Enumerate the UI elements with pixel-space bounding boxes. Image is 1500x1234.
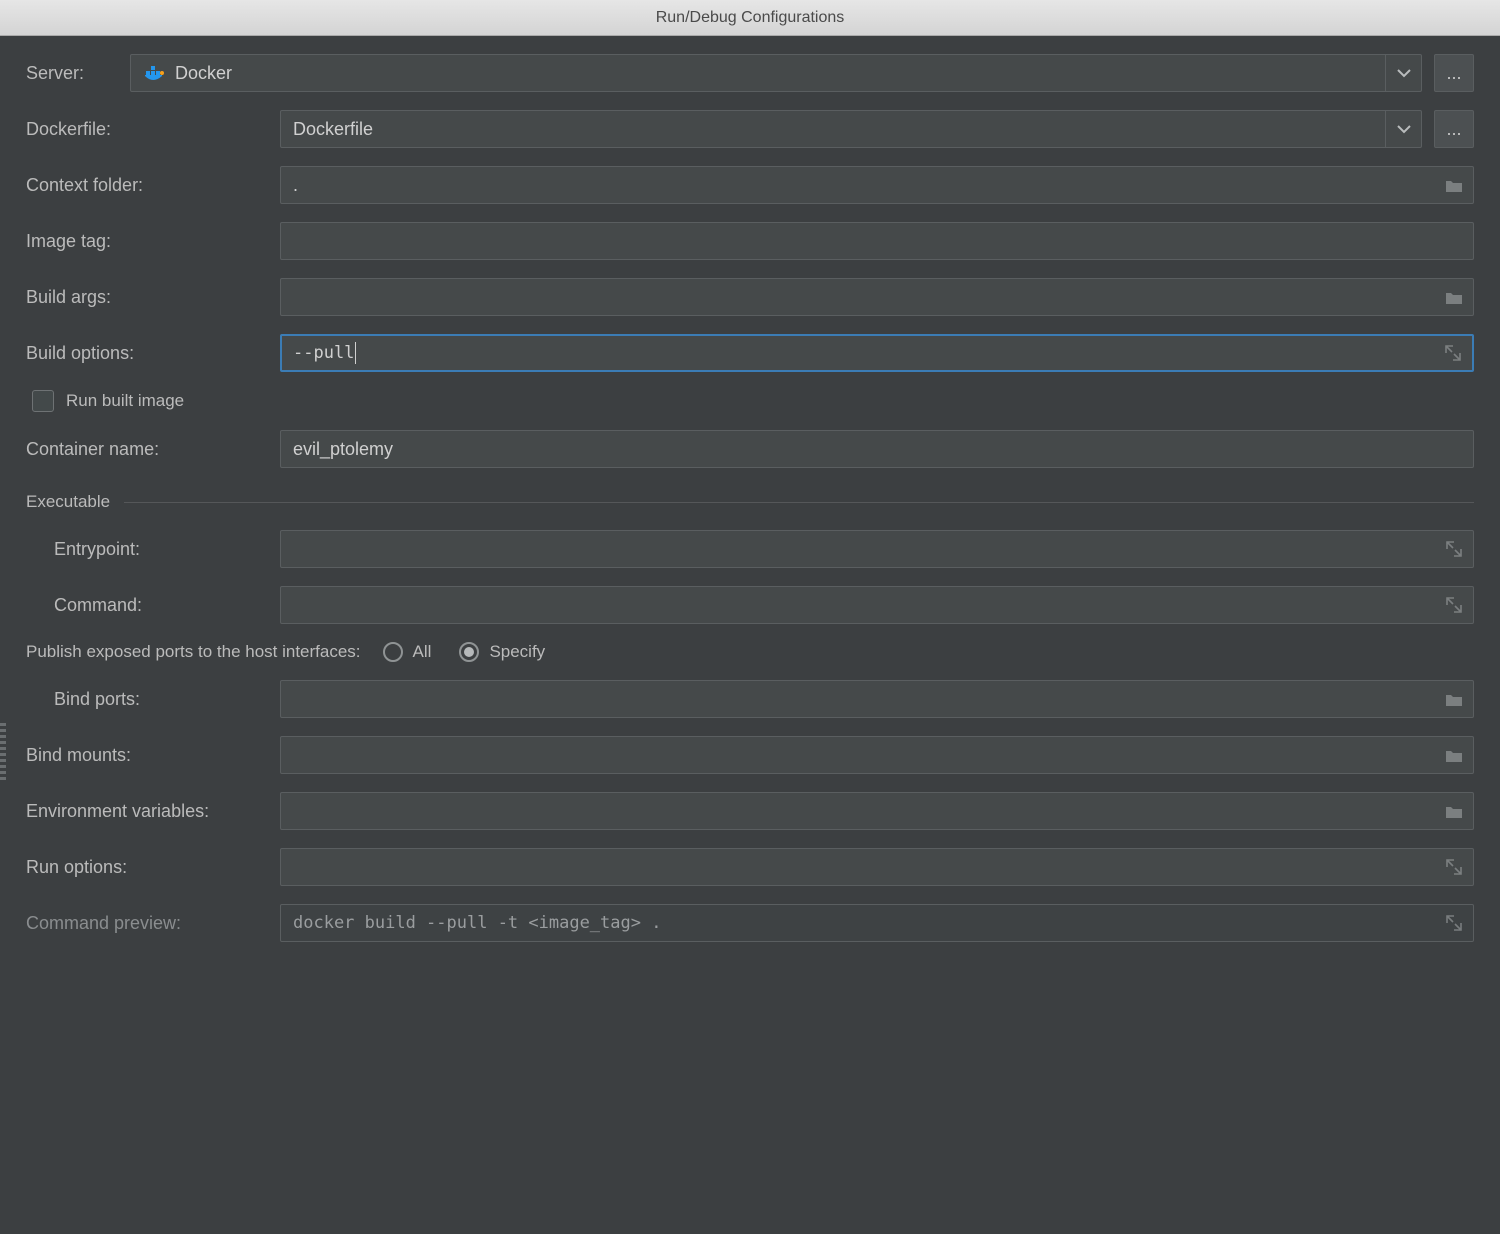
entrypoint-label: Entrypoint:	[26, 539, 266, 560]
bind-ports-input[interactable]	[280, 680, 1474, 718]
env-vars-label: Environment variables:	[26, 801, 266, 822]
chevron-down-icon	[1385, 111, 1421, 147]
executable-section-label: Executable	[26, 492, 110, 512]
dockerfile-label: Dockerfile:	[26, 119, 266, 140]
publish-ports-radio-group: All Specify	[383, 642, 546, 662]
env-vars-input[interactable]	[280, 792, 1474, 830]
bind-mounts-row: Bind mounts:	[26, 736, 1474, 774]
folder-icon[interactable]	[1445, 167, 1463, 203]
container-name-row: Container name:	[26, 430, 1474, 468]
build-options-label: Build options:	[26, 343, 266, 364]
radio-icon	[459, 642, 479, 662]
command-preview-label: Command preview:	[26, 913, 266, 934]
run-built-image-row: Run built image	[26, 390, 1474, 412]
executable-section-header: Executable	[26, 492, 1474, 512]
expand-icon[interactable]	[1445, 531, 1463, 567]
bind-mounts-input[interactable]	[280, 736, 1474, 774]
command-row: Command:	[26, 586, 1474, 624]
text-caret	[355, 342, 356, 364]
image-tag-label: Image tag:	[26, 231, 266, 252]
dockerfile-browse-button[interactable]: ...	[1434, 110, 1474, 148]
build-options-input[interactable]: --pull	[280, 334, 1474, 372]
env-vars-row: Environment variables:	[26, 792, 1474, 830]
entrypoint-input[interactable]	[280, 530, 1474, 568]
context-folder-label: Context folder:	[26, 175, 266, 196]
server-dropdown[interactable]: Docker	[130, 54, 1422, 92]
build-args-label: Build args:	[26, 287, 266, 308]
container-name-label: Container name:	[26, 439, 266, 460]
build-args-input[interactable]	[280, 278, 1474, 316]
run-options-row: Run options:	[26, 848, 1474, 886]
context-folder-row: Context folder:	[26, 166, 1474, 204]
window-title: Run/Debug Configurations	[656, 9, 845, 27]
build-args-row: Build args:	[26, 278, 1474, 316]
image-tag-row: Image tag:	[26, 222, 1474, 260]
expand-icon[interactable]	[1445, 905, 1463, 941]
command-preview-row: Command preview: docker build --pull -t …	[26, 904, 1474, 942]
run-options-label: Run options:	[26, 857, 266, 878]
bind-mounts-label: Bind mounts:	[26, 745, 266, 766]
folder-icon[interactable]	[1445, 737, 1463, 773]
run-built-image-checkbox[interactable]	[32, 390, 54, 412]
publish-ports-all-radio[interactable]: All	[383, 642, 432, 662]
expand-icon[interactable]	[1445, 849, 1463, 885]
dockerfile-value: Dockerfile	[293, 119, 373, 140]
bind-ports-label: Bind ports:	[26, 689, 266, 710]
config-form: Server: Docker ... Dockerfile: Dockerfil…	[0, 36, 1500, 952]
server-value: Docker	[175, 63, 232, 84]
publish-ports-label: Publish exposed ports to the host interf…	[26, 642, 361, 662]
docker-icon	[143, 64, 165, 82]
build-options-row: Build options: --pull	[26, 334, 1474, 372]
server-label: Server:	[26, 63, 116, 84]
run-built-image-label: Run built image	[66, 391, 184, 411]
window-titlebar: Run/Debug Configurations	[0, 0, 1500, 36]
bind-ports-row: Bind ports:	[26, 680, 1474, 718]
container-name-input[interactable]	[280, 430, 1474, 468]
dockerfile-row: Dockerfile: Dockerfile ...	[26, 110, 1474, 148]
folder-icon[interactable]	[1445, 681, 1463, 717]
command-input[interactable]	[280, 586, 1474, 624]
run-options-input[interactable]	[280, 848, 1474, 886]
server-row: Server: Docker ...	[26, 54, 1474, 92]
folder-icon[interactable]	[1445, 793, 1463, 829]
split-grip[interactable]	[0, 720, 6, 780]
entrypoint-row: Entrypoint:	[26, 530, 1474, 568]
context-folder-input[interactable]	[280, 166, 1474, 204]
image-tag-input[interactable]	[280, 222, 1474, 260]
publish-ports-row: Publish exposed ports to the host interf…	[26, 642, 1474, 662]
command-label: Command:	[26, 595, 266, 616]
folder-icon[interactable]	[1445, 279, 1463, 315]
radio-icon	[383, 642, 403, 662]
divider	[124, 502, 1474, 503]
expand-icon[interactable]	[1444, 336, 1462, 370]
command-preview-field: docker build --pull -t <image_tag> .	[280, 904, 1474, 942]
server-browse-button[interactable]: ...	[1434, 54, 1474, 92]
publish-ports-specify-radio[interactable]: Specify	[459, 642, 545, 662]
chevron-down-icon	[1385, 55, 1421, 91]
dockerfile-dropdown[interactable]: Dockerfile	[280, 110, 1422, 148]
expand-icon[interactable]	[1445, 587, 1463, 623]
